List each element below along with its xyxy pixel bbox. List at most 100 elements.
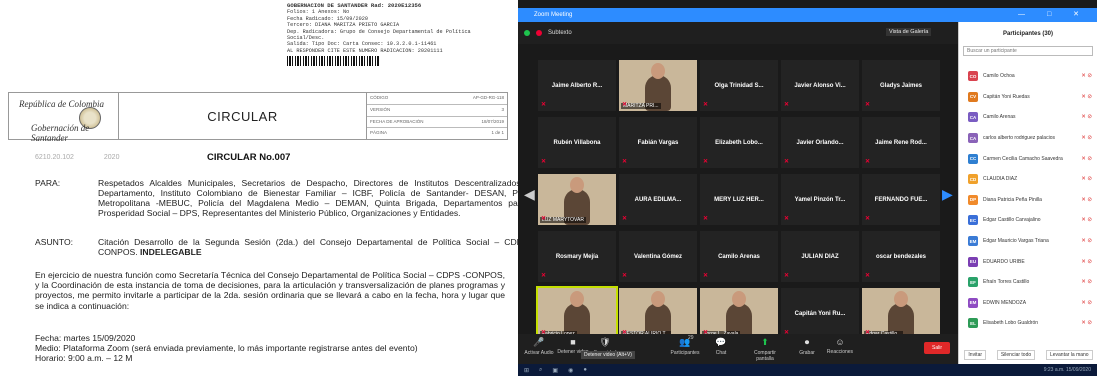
- muted-mic-icon: ✕: [784, 273, 790, 279]
- prev-page-icon[interactable]: ◀: [524, 186, 535, 203]
- participant-item[interactable]: CO Camilo Ochoa ✕ ⊘: [959, 66, 1097, 87]
- muted-mic-icon: ✕ ⊘: [1081, 320, 1092, 327]
- video-tile[interactable]: FERNANDO FUE... ✕: [862, 174, 940, 225]
- muted-mic-icon: ✕ ⊘: [1081, 217, 1092, 224]
- video-tile[interactable]: Camilo Arenas ✕: [700, 231, 778, 282]
- participant-item[interactable]: DP Diana Patricia Peña Pinilla ✕ ⊘: [959, 190, 1097, 211]
- participant-item[interactable]: EC Edgar Castillo Carvajalino ✕ ⊘: [959, 210, 1097, 231]
- participant-item[interactable]: EM Edgar Mauricio Vargas Triana ✕ ⊘: [959, 231, 1097, 252]
- video-tile[interactable]: Fabricio Lopez✕: [536, 286, 618, 341]
- video-tile[interactable]: Gladys Jaimes ✕: [862, 60, 940, 111]
- meta-row: FECHA DE APROBACIÓN 18/07/2019: [367, 117, 507, 129]
- raise-hand-button[interactable]: Levantar la mano: [1045, 350, 1093, 360]
- video-tile[interactable]: AURA EDILMA... ✕: [619, 174, 697, 225]
- participant-item[interactable]: EU EDUARDO URIBE ✕ ⊘: [959, 251, 1097, 272]
- asunto-text: Citación Desarrollo de la Segunda Sesión…: [98, 237, 538, 257]
- video-tile[interactable]: Olga Trinidad S... ✕: [700, 60, 778, 111]
- participant-name: Edgar Mauricio Vargas Triana: [983, 238, 1049, 245]
- tile-name: Gladys Jaimes: [879, 82, 923, 89]
- video-tile[interactable]: Valentina Gómez ✕: [619, 231, 697, 282]
- muted-mic-icon: ✕: [703, 102, 709, 108]
- participant-item[interactable]: EF Efraín Torres Castillo ✕ ⊘: [959, 272, 1097, 293]
- search-icon[interactable]: ⌕: [539, 367, 542, 374]
- participant-name: Efraín Torres Castillo: [983, 279, 1030, 286]
- meta-row: CÓDIGO AP-GD-RG-118: [367, 93, 507, 105]
- participant-item[interactable]: CA Camilo Arenas ✕ ⊘: [959, 107, 1097, 128]
- tile-name: Javier Alonso Vi...: [794, 82, 846, 89]
- participant-item[interactable]: CV Capitán Yoni Ruedas ✕ ⊘: [959, 87, 1097, 108]
- tile-name: Olga Trinidad S...: [714, 82, 764, 89]
- video-tile[interactable]: Fabián Vargas ✕: [619, 117, 697, 168]
- muted-mic-icon: ✕ ⊘: [1081, 135, 1092, 142]
- toolbar-icon: 🛡: [599, 337, 611, 347]
- participant-item[interactable]: CD CLAUDIA DIAZ ✕ ⊘: [959, 169, 1097, 190]
- video-tile[interactable]: Jorge L. Zavala✕: [700, 288, 778, 339]
- video-tile[interactable]: Elizabeth Lobo... ✕: [700, 117, 778, 168]
- tile-name: Yamel Pinzón Tr...: [794, 196, 846, 203]
- avatar: CC: [968, 153, 978, 164]
- video-tile[interactable]: Yamel Pinzón Tr... ✕: [781, 174, 859, 225]
- muted-mic-icon: ✕: [622, 273, 628, 279]
- toolbar-button[interactable]: 💬 Chat: [704, 337, 738, 356]
- tile-name: Valentina Gómez: [633, 253, 682, 260]
- video-tile[interactable]: oscar bendezales ✕: [862, 231, 940, 282]
- chrome-icon[interactable]: ◉: [568, 367, 573, 374]
- video-tile[interactable]: NESTOR ALIRIO T...✕: [619, 288, 697, 339]
- circular-number: CIRCULAR No.007: [207, 152, 291, 163]
- muted-mic-icon: ✕ ⊘: [1081, 73, 1092, 80]
- toolbar-button[interactable]: ☺ Reacciones: [823, 337, 857, 355]
- para-text: Respetados Alcaldes Municipales, Secreta…: [98, 178, 538, 218]
- video-tile[interactable]: MARITZA PRI... ✕: [619, 60, 697, 111]
- shield-icon[interactable]: [524, 30, 530, 36]
- gallery-view-button[interactable]: Vista de Galería: [886, 28, 932, 36]
- explorer-icon[interactable]: ▣: [552, 367, 558, 374]
- video-tile[interactable]: LUZ MARYTOVAR ✕: [538, 174, 616, 225]
- leave-button[interactable]: Salir: [924, 342, 950, 354]
- avatar: CA: [968, 112, 978, 123]
- video-tile[interactable]: Javier Orlando... ✕: [781, 117, 859, 168]
- government-logo: República de Colombia Gobernación de San…: [9, 93, 119, 143]
- mute-all-button[interactable]: Silenciar todo: [996, 350, 1036, 360]
- system-clock: 9:23 a.m. 15/09/2020: [1043, 367, 1091, 373]
- composite-screenshot: GOBERNACION DE SANTANDER Rad: 2020E12356…: [0, 0, 1097, 376]
- muted-mic-icon: ✕ ⊘: [1081, 93, 1092, 100]
- toolbar-button[interactable]: 🎤 Activar Audio: [522, 337, 556, 356]
- video-tile[interactable]: JULIAN DIAZ ✕: [781, 231, 859, 282]
- video-tile[interactable]: Rosmary Mejía ✕: [538, 231, 616, 282]
- avatar: CD: [968, 174, 978, 185]
- video-tile[interactable]: Edgar Castillo...✕: [862, 288, 940, 339]
- event-date: Fecha: martes 15/09/2020: [35, 333, 136, 343]
- video-tile[interactable]: Jaime Rene Rod... ✕: [862, 117, 940, 168]
- muted-mic-icon: ✕ ⊘: [1081, 196, 1092, 203]
- participant-item[interactable]: CA carlos alberto rodriguez palacios ✕ ⊘: [959, 128, 1097, 149]
- toolbar-button[interactable]: 👥 Participantes: [668, 337, 702, 356]
- participant-item[interactable]: CC Carmen Cecilia Camacho Saavedra ✕ ⊘: [959, 148, 1097, 169]
- window-controls[interactable]: — □ ✕: [1018, 10, 1089, 18]
- toolbar-button[interactable]: ⬆ Compartir pantalla: [748, 337, 782, 362]
- toolbar-label: Chat: [715, 350, 727, 356]
- window-title: Zoom Meeting: [534, 12, 573, 18]
- toolbar-button[interactable]: ⏺ Grabar: [790, 337, 824, 356]
- muted-mic-icon: ✕: [541, 159, 547, 165]
- avatar: EF: [968, 277, 978, 288]
- video-tile[interactable]: Javier Alonso Vi... ✕: [781, 60, 859, 111]
- video-tile[interactable]: Rubén Villabona ✕: [538, 117, 616, 168]
- video-tile[interactable]: Capitán Yoni Ru... ✕: [781, 288, 859, 339]
- participant-item[interactable]: EM EDWIN MENDOZA ✕ ⊘: [959, 293, 1097, 314]
- muted-mic-icon: ✕: [865, 102, 871, 108]
- zoom-taskbar-icon[interactable]: ●: [583, 367, 587, 373]
- participant-name: Elisabeth Lobo Gualdrón: [983, 320, 1039, 327]
- participant-name: EDUARDO URIBE: [983, 258, 1025, 265]
- radicado-stamp: GOBERNACION DE SANTANDER Rad: 2020E12356…: [287, 2, 509, 67]
- participant-search-input[interactable]: Buscar un participante: [963, 46, 1093, 56]
- participants-panel: Participantes (30) Buscar un participant…: [958, 22, 1097, 364]
- tooltip: Detener video (Alt+V): [581, 351, 635, 359]
- meeting-toolbar: Salir 🎤Activar Audio■Detener video🛡Segur…: [518, 334, 958, 364]
- muted-mic-icon: ✕: [865, 273, 871, 279]
- next-page-icon[interactable]: ▶: [942, 186, 953, 203]
- video-tile[interactable]: Jaime Alberto R... ✕: [538, 60, 616, 111]
- video-tile[interactable]: MERY LUZ HER... ✕: [700, 174, 778, 225]
- start-icon[interactable]: ⊞: [524, 367, 529, 374]
- invite-button[interactable]: Invitar: [964, 350, 987, 360]
- participant-item[interactable]: EL Elisabeth Lobo Gualdrón ✕ ⊘: [959, 313, 1097, 334]
